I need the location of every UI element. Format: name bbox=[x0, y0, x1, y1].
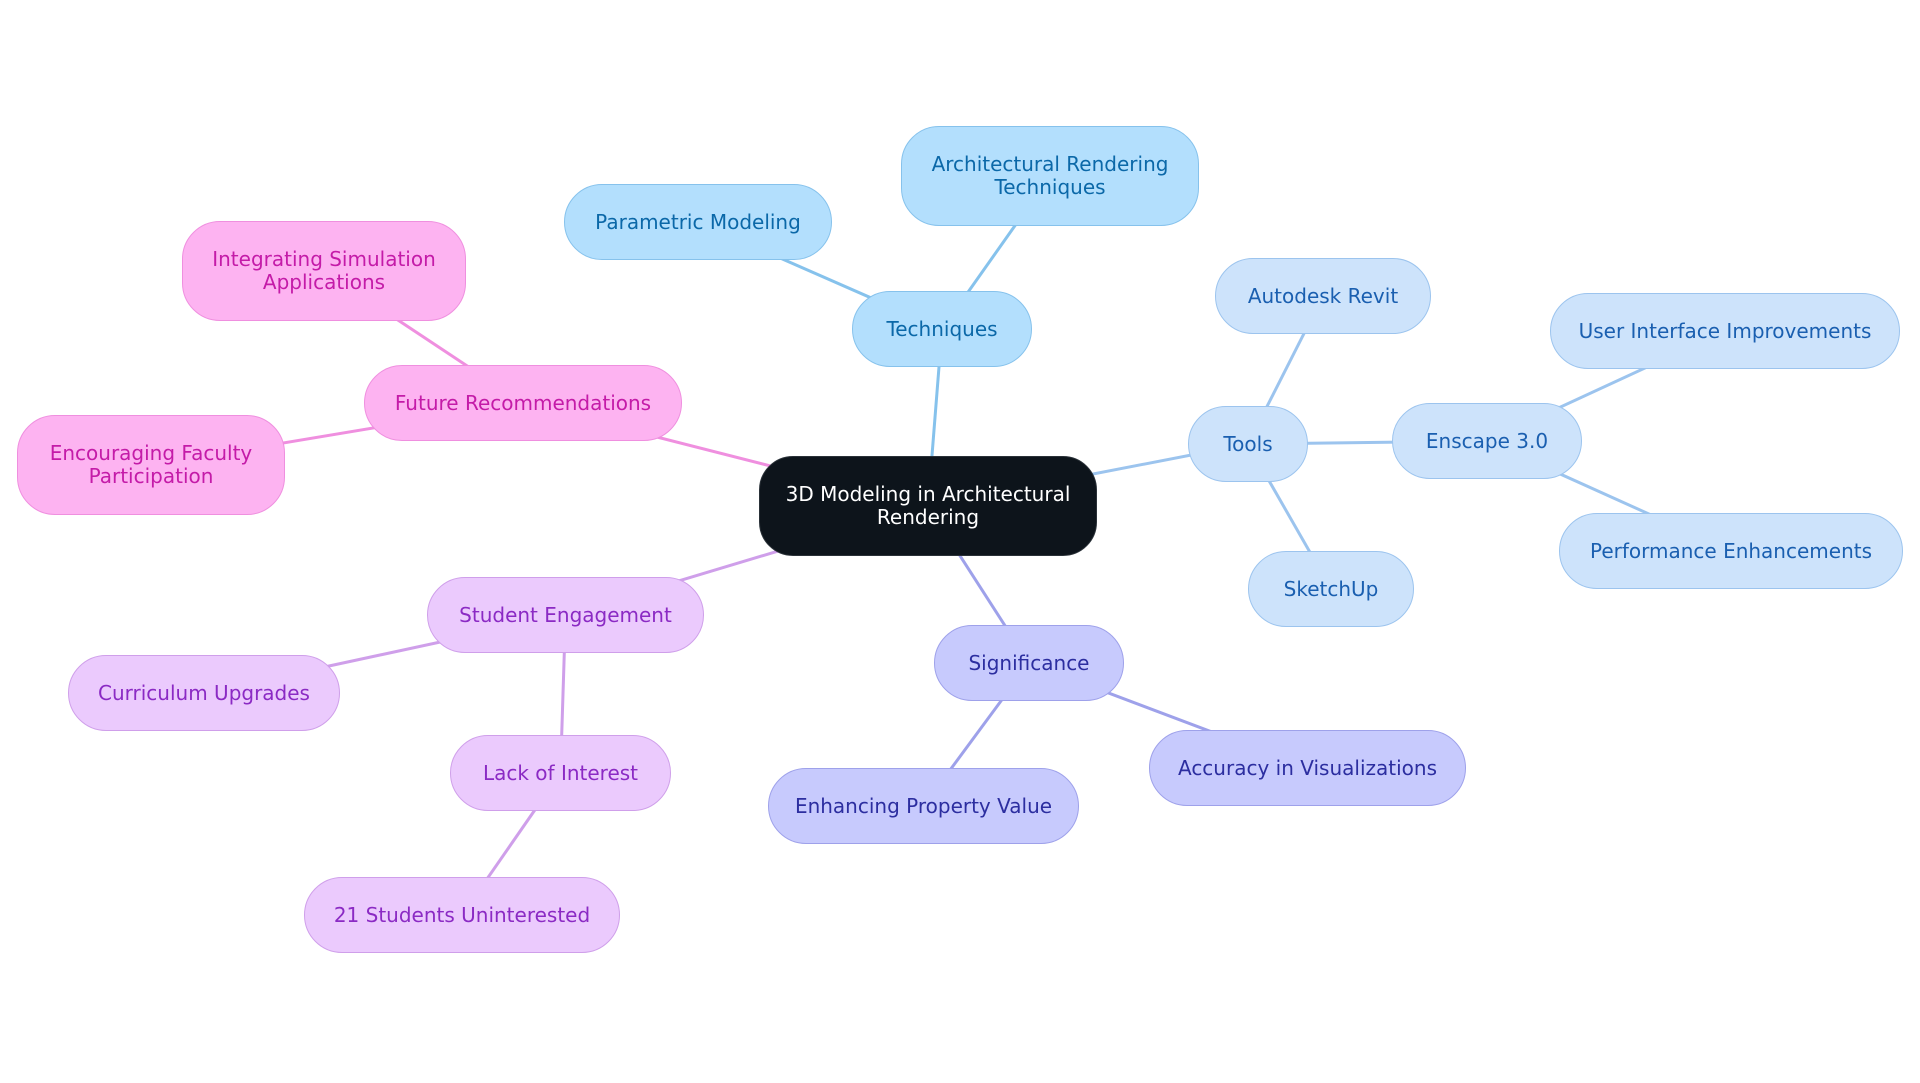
node-significance[interactable]: Significance bbox=[934, 625, 1124, 701]
node-lack-of-interest[interactable]: Lack of Interest bbox=[450, 735, 671, 811]
node-sketchup[interactable]: SketchUp bbox=[1248, 551, 1414, 627]
node-enhancing-property-value[interactable]: Enhancing Property Value bbox=[768, 768, 1079, 844]
node-accuracy-in-visualizations[interactable]: Accuracy in Visualizations bbox=[1149, 730, 1466, 806]
node-ui-improvements[interactable]: User Interface Improvements bbox=[1550, 293, 1900, 369]
node-future-recommendations[interactable]: Future Recommendations bbox=[364, 365, 682, 441]
mindmap-canvas: 3D Modeling in Architectural Rendering T… bbox=[0, 0, 1920, 1083]
node-root[interactable]: 3D Modeling in Architectural Rendering bbox=[759, 456, 1097, 556]
node-techniques[interactable]: Techniques bbox=[852, 291, 1032, 367]
node-architectural-rendering-techniques[interactable]: Architectural Rendering Techniques bbox=[901, 126, 1199, 226]
node-student-engagement[interactable]: Student Engagement bbox=[427, 577, 704, 653]
node-tools[interactable]: Tools bbox=[1188, 406, 1308, 482]
node-parametric-modeling[interactable]: Parametric Modeling bbox=[564, 184, 832, 260]
node-performance-enhancements[interactable]: Performance Enhancements bbox=[1559, 513, 1903, 589]
node-curriculum-upgrades[interactable]: Curriculum Upgrades bbox=[68, 655, 340, 731]
node-integrating-simulation-applications[interactable]: Integrating Simulation Applications bbox=[182, 221, 466, 321]
node-encouraging-faculty-participation[interactable]: Encouraging Faculty Participation bbox=[17, 415, 285, 515]
node-autodesk-revit[interactable]: Autodesk Revit bbox=[1215, 258, 1431, 334]
node-21-students-uninterested[interactable]: 21 Students Uninterested bbox=[304, 877, 620, 953]
node-enscape[interactable]: Enscape 3.0 bbox=[1392, 403, 1582, 479]
